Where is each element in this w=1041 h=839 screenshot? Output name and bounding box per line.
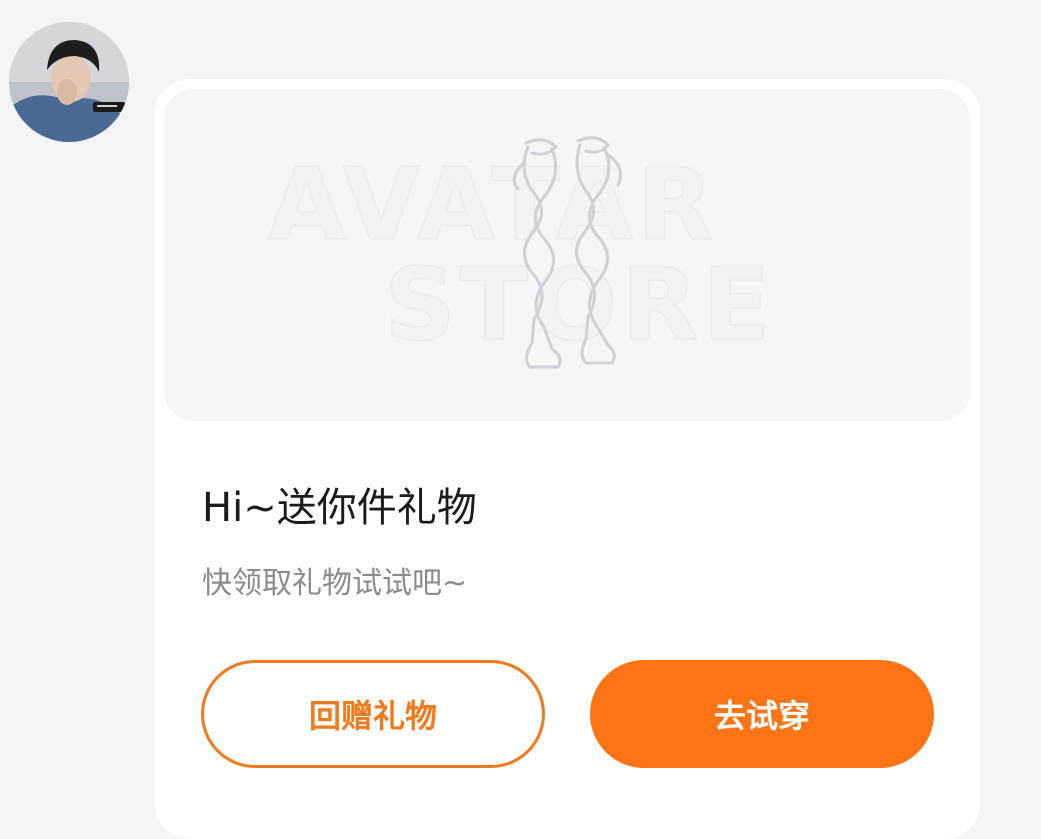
watermark-avatar: AVATAR — [267, 146, 718, 263]
gift-preview: AVATAR STORE — [164, 89, 970, 421]
gift-title: Hi~送你件礼物 — [202, 485, 477, 531]
gift-card: AVATAR STORE Hi~送你件礼物 快领取礼物试试吧~ 回赠礼物 去试穿 — [154, 79, 980, 839]
gift-back-button[interactable]: 回赠礼物 — [201, 660, 545, 768]
avatar[interactable] — [9, 22, 129, 142]
lace-up-boots-icon — [512, 136, 622, 369]
user-avatar-photo — [9, 22, 129, 142]
try-on-button[interactable]: 去试穿 — [590, 660, 934, 768]
gift-subtitle: 快领取礼物试试吧~ — [202, 566, 468, 601]
